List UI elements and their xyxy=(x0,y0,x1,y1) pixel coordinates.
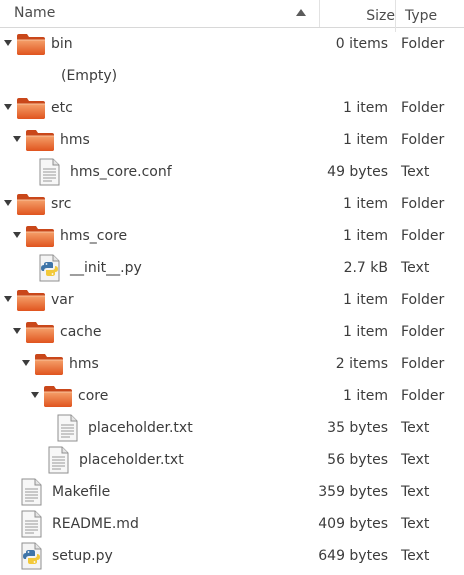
item-type: Folder xyxy=(401,100,445,116)
column-header-type-label: Type xyxy=(405,8,438,24)
column-header-size-label: Size xyxy=(366,8,395,24)
item-type: Folder xyxy=(401,324,445,340)
folder-icon xyxy=(16,288,46,312)
file-row[interactable]: hms_core.conf 49 bytes Text xyxy=(0,156,464,188)
file-row[interactable]: placeholder.txt 35 bytes Text xyxy=(0,412,464,444)
item-type: Folder xyxy=(401,388,445,404)
item-type: Folder xyxy=(401,228,445,244)
item-name: src xyxy=(51,196,72,212)
text-file-icon xyxy=(46,446,76,474)
item-name: hms_core xyxy=(60,228,128,244)
expander-expanded-icon[interactable] xyxy=(13,328,21,334)
column-header-name-label: Name xyxy=(14,5,56,21)
file-row[interactable]: placeholder.txt 56 bytes Text xyxy=(0,444,464,476)
item-size: 56 bytes xyxy=(327,452,388,468)
text-file-icon xyxy=(37,158,67,186)
item-size: 1 item xyxy=(343,228,388,244)
item-size: 0 items xyxy=(335,36,388,52)
folder-icon xyxy=(25,224,55,248)
item-size: 2.7 kB xyxy=(343,260,388,276)
item-size: 1 item xyxy=(343,196,388,212)
folder-row[interactable]: core 1 item Folder xyxy=(0,380,464,412)
item-name: setup.py xyxy=(52,548,113,564)
sort-ascending-icon[interactable] xyxy=(296,9,306,16)
item-name: bin xyxy=(51,36,73,52)
folder-row[interactable]: hms_core 1 item Folder xyxy=(0,220,464,252)
item-name: var xyxy=(51,292,74,308)
column-header-name[interactable]: Name xyxy=(0,0,320,27)
item-type: Folder xyxy=(401,356,445,372)
item-name: placeholder.txt xyxy=(79,452,184,468)
item-name: hms xyxy=(60,132,90,148)
file-row[interactable]: README.md 409 bytes Text xyxy=(0,508,464,540)
file-row[interactable]: __init__.py 2.7 kB Text xyxy=(0,252,464,284)
item-name: placeholder.txt xyxy=(88,420,193,436)
item-name: README.md xyxy=(52,516,139,532)
item-type: Folder xyxy=(401,36,445,52)
file-row[interactable]: setup.py 649 bytes Text xyxy=(0,540,464,572)
folder-row[interactable]: var 1 item Folder xyxy=(0,284,464,316)
item-name: __init__.py xyxy=(70,260,142,276)
item-type: Text xyxy=(401,548,430,564)
item-size: 1 item xyxy=(343,292,388,308)
folder-row[interactable]: hms 1 item Folder xyxy=(0,124,464,156)
item-name: etc xyxy=(51,100,73,116)
item-type: Text xyxy=(401,164,430,180)
item-size: 649 bytes xyxy=(318,548,388,564)
folder-row[interactable]: cache 1 item Folder xyxy=(0,316,464,348)
expander-expanded-icon[interactable] xyxy=(22,360,30,366)
folder-row[interactable]: etc 1 item Folder xyxy=(0,92,464,124)
item-name: core xyxy=(78,388,109,404)
item-type: Folder xyxy=(401,292,445,308)
item-size: 1 item xyxy=(343,132,388,148)
folder-row[interactable]: src 1 item Folder xyxy=(0,188,464,220)
folder-icon xyxy=(43,384,73,408)
item-size: 49 bytes xyxy=(327,164,388,180)
item-name: cache xyxy=(60,324,102,340)
item-type: Text xyxy=(401,452,430,468)
expander-expanded-icon[interactable] xyxy=(4,200,12,206)
expander-expanded-icon[interactable] xyxy=(4,104,12,110)
folder-icon xyxy=(16,32,46,56)
item-size: 359 bytes xyxy=(318,484,388,500)
item-type: Text xyxy=(401,260,430,276)
python-file-icon xyxy=(37,254,67,282)
item-size: 409 bytes xyxy=(318,516,388,532)
expander-expanded-icon[interactable] xyxy=(13,136,21,142)
item-type: Text xyxy=(401,516,430,532)
item-size: 1 item xyxy=(343,100,388,116)
item-name: hms xyxy=(69,356,99,372)
text-file-icon xyxy=(19,478,49,506)
column-header-bar: Name Size Type xyxy=(0,0,464,32)
expander-expanded-icon[interactable] xyxy=(13,232,21,238)
expander-expanded-icon[interactable] xyxy=(4,40,12,46)
text-file-icon xyxy=(55,414,85,442)
empty-folder-label: (Empty) xyxy=(61,68,118,84)
text-file-icon xyxy=(19,510,49,538)
folder-icon xyxy=(25,320,55,344)
expander-expanded-icon[interactable] xyxy=(31,392,39,398)
item-size: 2 items xyxy=(335,356,388,372)
file-row[interactable]: Makefile 359 bytes Text xyxy=(0,476,464,508)
item-type: Text xyxy=(401,484,430,500)
item-type: Folder xyxy=(401,132,445,148)
item-size: 1 item xyxy=(343,388,388,404)
folder-icon xyxy=(25,128,55,152)
folder-icon xyxy=(16,192,46,216)
item-type: Folder xyxy=(401,196,445,212)
item-size: 1 item xyxy=(343,324,388,340)
empty-placeholder-row: (Empty) xyxy=(0,60,464,92)
folder-icon xyxy=(16,96,46,120)
folder-icon xyxy=(34,352,64,376)
item-name: hms_core.conf xyxy=(70,164,172,180)
item-type: Text xyxy=(401,420,430,436)
python-file-icon xyxy=(19,542,49,570)
folder-row[interactable]: hms 2 items Folder xyxy=(0,348,464,380)
item-name: Makefile xyxy=(52,484,111,500)
expander-expanded-icon[interactable] xyxy=(4,296,12,302)
folder-row[interactable]: bin 0 items Folder xyxy=(0,28,464,60)
item-size: 35 bytes xyxy=(327,420,388,436)
